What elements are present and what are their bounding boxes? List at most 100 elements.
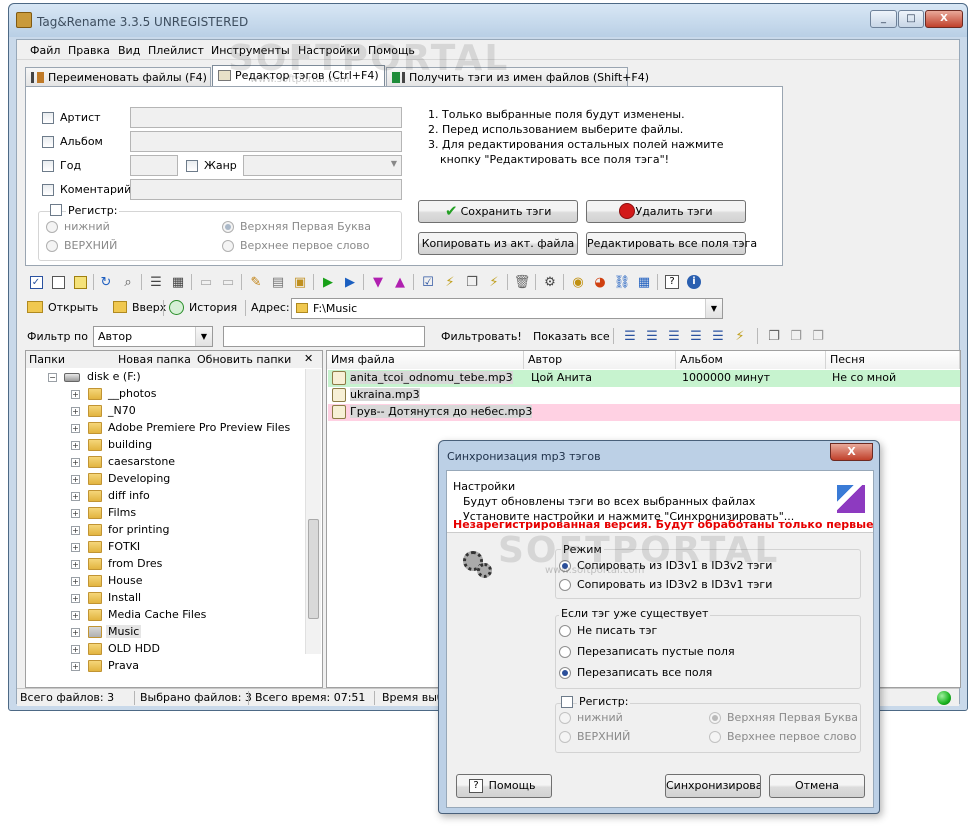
file-row[interactable]: ukraina.mp3 bbox=[328, 387, 960, 404]
refresh-folders-button[interactable]: Обновить папки bbox=[197, 353, 291, 366]
chevron-down-icon[interactable]: ▼ bbox=[195, 327, 212, 346]
col-album[interactable]: Альбом bbox=[676, 351, 826, 369]
col-author[interactable]: Автор bbox=[524, 351, 676, 369]
list-icon[interactable]: ☰ bbox=[687, 327, 705, 345]
folder-item[interactable]: + caesarstone bbox=[26, 454, 306, 471]
maximize-button[interactable]: □ bbox=[898, 10, 924, 28]
year-field[interactable] bbox=[130, 155, 178, 176]
copy-from-file-button[interactable]: Копировать из акт. файла bbox=[418, 232, 578, 255]
artist-field[interactable] bbox=[130, 107, 402, 128]
sync-button[interactable]: Синхронизировать bbox=[665, 774, 761, 798]
invert-selection-icon[interactable] bbox=[71, 273, 89, 291]
col-filename[interactable]: Имя файла bbox=[327, 351, 524, 369]
copy-tag-icon[interactable]: ❐ bbox=[809, 327, 827, 345]
help-icon[interactable]: ? bbox=[663, 273, 681, 291]
gear-icon[interactable]: ⚙ bbox=[541, 273, 559, 291]
folder-item[interactable]: + __photos bbox=[26, 386, 306, 403]
filter-button[interactable]: Фильтровать! bbox=[441, 330, 522, 343]
pencil-icon[interactable]: ✎ bbox=[247, 273, 265, 291]
expand-icon[interactable]: + bbox=[71, 577, 80, 586]
no-write-radio[interactable] bbox=[559, 625, 571, 637]
dialog-radio-lower[interactable] bbox=[559, 712, 571, 724]
cancel-button[interactable]: Отмена bbox=[769, 774, 865, 798]
copy-icon[interactable]: ❐ bbox=[765, 327, 783, 345]
folder-item[interactable]: + OLD HDD bbox=[26, 641, 306, 658]
drive-node[interactable]: − disk e (F:) bbox=[26, 369, 306, 386]
play-selected-icon[interactable]: ▶ bbox=[341, 273, 359, 291]
close-button[interactable]: X bbox=[925, 10, 963, 28]
folders-scrollbar[interactable] bbox=[305, 369, 321, 654]
expand-icon[interactable]: + bbox=[71, 645, 80, 654]
dialog-close-button[interactable]: X bbox=[830, 443, 873, 461]
edit-file-icon[interactable]: ▤ bbox=[269, 273, 287, 291]
list-icon[interactable]: ☰ bbox=[643, 327, 661, 345]
col-song[interactable]: Песня bbox=[826, 351, 960, 369]
paste-icon[interactable]: ❐ bbox=[787, 327, 805, 345]
folder-item[interactable]: + Media Cache Files bbox=[26, 607, 306, 624]
list-icon[interactable]: ☰ bbox=[709, 327, 727, 345]
menu-edit[interactable]: Правка bbox=[68, 44, 110, 57]
overwrite-all-radio[interactable] bbox=[559, 667, 571, 679]
album-checkbox[interactable] bbox=[42, 136, 54, 148]
menu-playlist[interactable]: Плейлист bbox=[148, 44, 204, 57]
expand-icon[interactable]: + bbox=[71, 611, 80, 620]
mode-v2-to-v1-radio[interactable] bbox=[559, 579, 571, 591]
expand-icon[interactable]: + bbox=[71, 662, 80, 671]
register-checkbox[interactable] bbox=[50, 204, 62, 216]
grid-view-icon[interactable]: ▦ bbox=[169, 273, 187, 291]
folder-icon[interactable]: ▭ bbox=[219, 273, 237, 291]
folder-tag-icon[interactable]: ▣ bbox=[291, 273, 309, 291]
expand-icon[interactable]: + bbox=[71, 509, 80, 518]
file-row[interactable]: Грув-- Дотянутся до небес.mp3 bbox=[328, 404, 960, 421]
folder-item[interactable]: + Install bbox=[26, 590, 306, 607]
expand-icon[interactable]: + bbox=[71, 543, 80, 552]
address-combo[interactable]: F:\Music ▼ bbox=[291, 298, 723, 319]
menu-view[interactable]: Вид bbox=[118, 44, 140, 57]
comment-field[interactable] bbox=[130, 179, 402, 200]
link-icon[interactable]: ⛓ bbox=[613, 273, 631, 291]
file-row[interactable]: anita_tcoi_odnomu_tebe.mp3 Цой Анита 10000… bbox=[328, 370, 960, 387]
folder-item[interactable]: + Prava bbox=[26, 658, 306, 675]
year-checkbox[interactable] bbox=[42, 160, 54, 172]
album-field[interactable] bbox=[130, 131, 402, 152]
folder-item[interactable]: + Films bbox=[26, 505, 306, 522]
lightning-icon[interactable]: ⚡ bbox=[441, 273, 459, 291]
dialog-radio-first-upper[interactable] bbox=[709, 712, 721, 724]
expand-icon[interactable]: + bbox=[71, 458, 80, 467]
chevron-down-icon[interactable]: ▼ bbox=[705, 299, 722, 318]
dialog-register-checkbox[interactable] bbox=[561, 696, 573, 708]
folder-item[interactable]: + diff info bbox=[26, 488, 306, 505]
folder-item[interactable]: + House bbox=[26, 573, 306, 590]
menu-file[interactable]: Файл bbox=[30, 44, 60, 57]
folder-item[interactable]: + _N70 bbox=[26, 403, 306, 420]
windows-icon[interactable]: ❐ bbox=[463, 273, 481, 291]
radio-first-word[interactable] bbox=[222, 240, 234, 252]
calculator-icon[interactable]: ▦ bbox=[635, 273, 653, 291]
expand-icon[interactable]: + bbox=[71, 594, 80, 603]
title-bar[interactable]: Tag&Rename 3.3.5 UNREGISTERED _ □ X bbox=[9, 4, 967, 37]
info-icon[interactable]: i bbox=[685, 273, 703, 291]
check-all-icon[interactable]: ✓ bbox=[27, 273, 45, 291]
delete-tags-button[interactable]: Удалить тэги bbox=[586, 200, 746, 223]
expand-icon[interactable]: + bbox=[71, 441, 80, 450]
refresh-icon[interactable]: ↻ bbox=[97, 273, 115, 291]
folder-item[interactable]: + FOTKI bbox=[26, 539, 306, 556]
uncheck-all-icon[interactable] bbox=[49, 273, 67, 291]
tab-rename-files[interactable]: Переименовать файлы (F4) bbox=[25, 67, 211, 87]
help-button[interactable]: ? Помощь bbox=[456, 774, 552, 798]
expand-icon[interactable]: + bbox=[71, 390, 80, 399]
close-icon[interactable]: ✕ bbox=[304, 352, 313, 365]
edit-all-fields-button[interactable]: Редактировать все поля тэга bbox=[586, 232, 757, 255]
expand-icon[interactable]: + bbox=[71, 424, 80, 433]
scroll-thumb[interactable] bbox=[308, 519, 319, 619]
checklist-icon[interactable]: ☑ bbox=[419, 273, 437, 291]
radio-upper[interactable] bbox=[46, 240, 58, 252]
expand-icon[interactable]: + bbox=[71, 475, 80, 484]
genre-checkbox[interactable] bbox=[186, 160, 198, 172]
expand-icon[interactable]: + bbox=[71, 407, 80, 416]
new-folder-button[interactable]: Новая папка bbox=[118, 353, 191, 366]
comment-checkbox[interactable] bbox=[42, 184, 54, 196]
expand-icon[interactable]: + bbox=[71, 628, 80, 637]
folder-item[interactable]: + Developing bbox=[26, 471, 306, 488]
folder-item[interactable]: + Adobe Premiere Pro Preview Files bbox=[26, 420, 306, 437]
